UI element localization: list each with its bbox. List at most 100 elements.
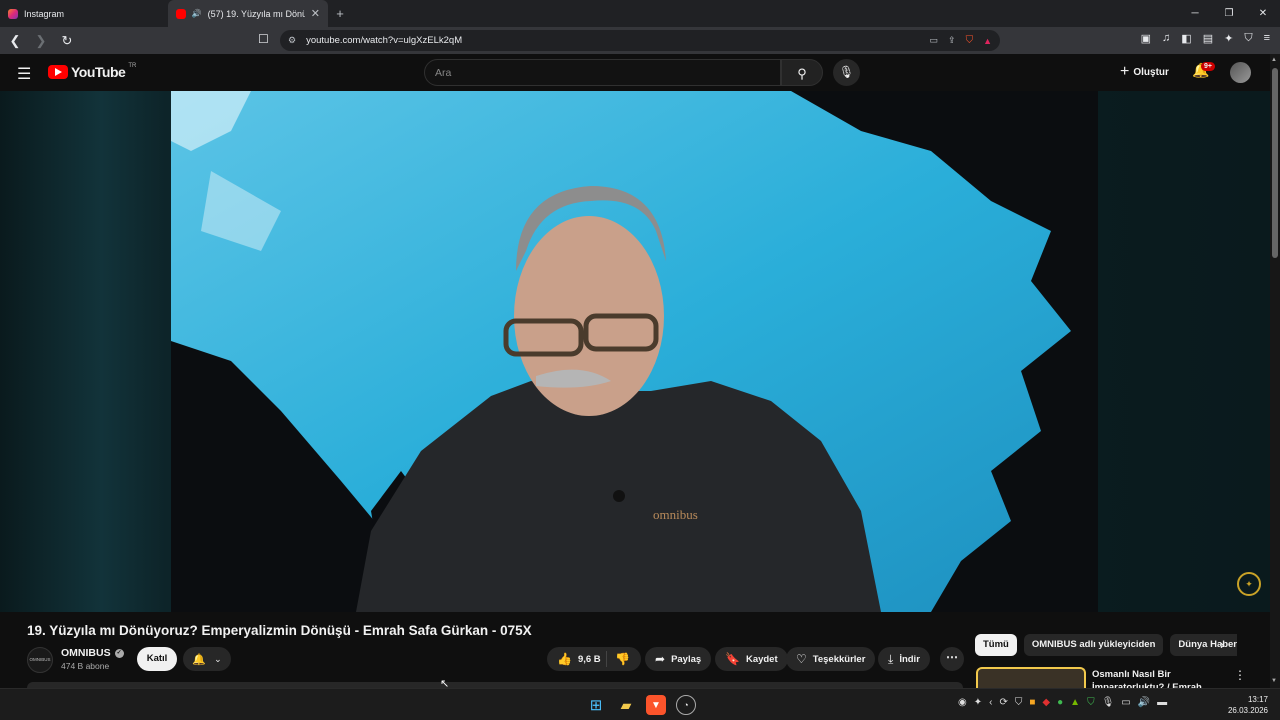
logo-text: YouTube — [71, 64, 126, 80]
tray-battery-icon[interactable]: ▬ — [1157, 697, 1167, 708]
scroll-down-icon[interactable]: ▼ — [1271, 678, 1277, 684]
share-icon[interactable]: ⇪ — [948, 35, 956, 46]
tab-youtube[interactable]: 🔊 (57) 19. Yüzyıla mı Dönüyoruz ✕ — [168, 0, 328, 27]
restore-button[interactable]: ❐ — [1212, 0, 1246, 27]
like-dislike-group: 👍 9,6 B 👎 — [547, 647, 641, 671]
url-bar[interactable]: ⚙ youtube.com/watch?v=ulgXzELk2qM ▭ ⇪ ⛉ … — [280, 30, 1000, 51]
youtube-favicon-icon — [176, 8, 186, 19]
brave-shield-icon[interactable]: ⛉ — [966, 35, 974, 46]
wallet-icon[interactable]: ▤ — [1203, 32, 1213, 45]
minimize-button[interactable]: ─ — [1178, 0, 1212, 27]
dislike-button[interactable]: 👎 — [607, 652, 630, 666]
thanks-label: Teşekkürler — [812, 653, 866, 665]
channel-name-row[interactable]: OMNIBUS ✓ — [61, 647, 124, 659]
chip-all[interactable]: Tümü — [975, 634, 1017, 656]
tab-instagram[interactable]: Instagram — [0, 0, 160, 27]
search-icon: ⚲ — [797, 66, 807, 81]
video-title: 19. Yüzyıla mı Dönüyoruz? Emperyalizmin … — [27, 623, 532, 638]
instagram-icon — [8, 8, 18, 19]
tray-steam-icon[interactable]: ◉ — [958, 697, 967, 708]
tray-security-icon[interactable]: ⛉ — [1015, 697, 1023, 708]
file-explorer-icon[interactable]: ▰ — [616, 695, 636, 715]
new-tab-button[interactable]: + — [328, 6, 352, 21]
chevron-down-icon: ⌄ — [214, 653, 222, 664]
scroll-up-icon[interactable]: ▲ — [1271, 57, 1277, 63]
reader-icon[interactable]: ▣ — [1141, 32, 1151, 45]
tray-mic-icon[interactable]: 🎙 — [1102, 697, 1115, 708]
save-button[interactable]: 🔖 Kaydet — [715, 647, 788, 671]
thumbs-up-icon: 👍 — [557, 652, 572, 666]
share-button[interactable]: ➦ Paylaş — [645, 647, 712, 671]
save-label: Kaydet — [745, 653, 778, 665]
windows-start-icon[interactable]: ⊞ — [586, 695, 606, 715]
star-overlay-icon[interactable]: ✦ — [1237, 572, 1261, 596]
chevron-right-icon[interactable]: › — [1220, 637, 1224, 652]
menu-icon[interactable]: ≡ — [1264, 32, 1270, 45]
brave-browser-icon[interactable]: ▼ — [646, 695, 666, 715]
svg-text:omnibus: omnibus — [653, 507, 698, 522]
youtube-header: ☰ YouTube TR Ara ⚲ 🎙 + Oluştur 🔔 9+ — [0, 54, 1270, 91]
join-button[interactable]: Katıl — [137, 647, 177, 671]
video-player[interactable]: omnibus — [171, 91, 1098, 612]
audio-icon[interactable]: 🔊 — [192, 9, 202, 18]
youtube-logo[interactable]: YouTube TR — [48, 63, 136, 80]
sidebar-icon[interactable]: ◧ — [1181, 32, 1191, 45]
tray-orange-icon[interactable]: ■ — [1029, 697, 1035, 708]
site-info-icon[interactable]: ⚙ — [288, 35, 296, 46]
plus-icon: + — [1120, 63, 1130, 80]
channel-avatar[interactable]: OMNIBUS — [27, 647, 53, 673]
scrollbar-thumb[interactable] — [1272, 68, 1278, 258]
recommendation-thumbnail[interactable] — [976, 667, 1086, 690]
voice-search-button[interactable]: 🎙 — [833, 59, 860, 86]
account-avatar[interactable] — [1230, 62, 1251, 83]
windows-taskbar: ⊞ ▰ ▼ ◔ ◉ ✦ ‹ ⟳ ⛉ ■ ◆ ● ▲ ⛉ 🎙 ▭ 🔊 ▬ 13:1… — [0, 688, 1280, 720]
search-button[interactable]: ⚲ — [781, 59, 823, 86]
download-button[interactable]: ⤓ İndir — [878, 647, 930, 671]
hamburger-menu-icon[interactable]: ☰ — [17, 64, 31, 84]
clock-time: 13:17 — [1247, 695, 1268, 704]
tray-sync-icon[interactable]: ⟳ — [999, 697, 1007, 708]
create-button[interactable]: + Oluştur — [1120, 63, 1169, 81]
address-toolbar: ❮ ❯ ↻ ☐ ⚙ youtube.com/watch?v=ulgXzELk2q… — [0, 27, 1280, 54]
video-frame: omnibus — [171, 91, 1098, 612]
create-label: Oluştur — [1133, 66, 1169, 78]
recommendation-menu-icon[interactable]: ⋮ — [1234, 668, 1246, 682]
app-icon[interactable]: ◔ — [676, 695, 696, 715]
tray-volume-icon[interactable]: 🔊 — [1138, 697, 1150, 708]
subscription-notifications-button[interactable]: 🔔 ⌄ — [183, 647, 231, 671]
vpn-icon[interactable]: ⛉ — [1244, 32, 1252, 45]
close-window-button[interactable]: ✕ — [1246, 0, 1280, 27]
close-tab-icon[interactable]: ✕ — [311, 7, 320, 20]
bookmark-icon[interactable]: ☐ — [258, 32, 269, 46]
subscriber-count: 474 B abone — [61, 661, 110, 671]
url-text[interactable]: youtube.com/watch?v=ulgXzELk2qM — [306, 35, 462, 46]
channel-name[interactable]: OMNIBUS — [61, 647, 111, 659]
reload-icon[interactable]: ↻ — [58, 33, 76, 49]
tray-arrow-icon[interactable]: ‹ — [989, 697, 992, 708]
page-scrollbar[interactable]: ▲ ▼ — [1270, 54, 1280, 688]
cast-icon[interactable]: ▭ — [930, 35, 939, 46]
search-input[interactable]: Ara — [424, 59, 781, 86]
recommendation-title[interactable]: Osmanlı Nasıl Bir İmparatorluktu? / Emra… — [1092, 668, 1222, 688]
taskbar-clock[interactable]: 13:17 26.03.2026 — [1226, 694, 1268, 716]
like-button[interactable]: 👍 9,6 B — [547, 651, 607, 667]
tray-network-icon[interactable]: ▭ — [1121, 697, 1130, 708]
leo-icon[interactable]: ✦ — [1224, 32, 1233, 45]
more-actions-button[interactable]: ⋯ — [940, 647, 964, 671]
window-controls: ─ ❐ ✕ — [1178, 0, 1280, 27]
music-icon[interactable]: ♫ — [1162, 32, 1170, 45]
verified-check-icon: ✓ — [114, 648, 124, 658]
browser-tab-bar: Instagram 🔊 (57) 19. Yüzyıla mı Dönüyoru… — [0, 0, 1280, 27]
thanks-button[interactable]: ♡ Teşekkürler — [786, 647, 876, 671]
tray-shield-icon[interactable]: ⛉ — [1087, 697, 1095, 708]
tray-app-icon[interactable]: ✦ — [974, 697, 982, 708]
brave-rewards-icon[interactable]: ▲ — [983, 36, 992, 46]
chip-from-uploader[interactable]: OMNIBUS adlı yükleyiciden — [1023, 634, 1164, 656]
tray-green-icon[interactable]: ● — [1057, 697, 1063, 708]
tray-nvidia-icon[interactable]: ▲ — [1070, 697, 1080, 708]
share-arrow-icon: ➦ — [655, 652, 666, 666]
back-icon[interactable]: ❮ — [6, 33, 24, 49]
chip-world-news[interactable]: Dünya Haberleri — [1170, 634, 1237, 656]
forward-icon[interactable]: ❯ — [32, 33, 50, 49]
tray-red-icon[interactable]: ◆ — [1042, 697, 1050, 708]
